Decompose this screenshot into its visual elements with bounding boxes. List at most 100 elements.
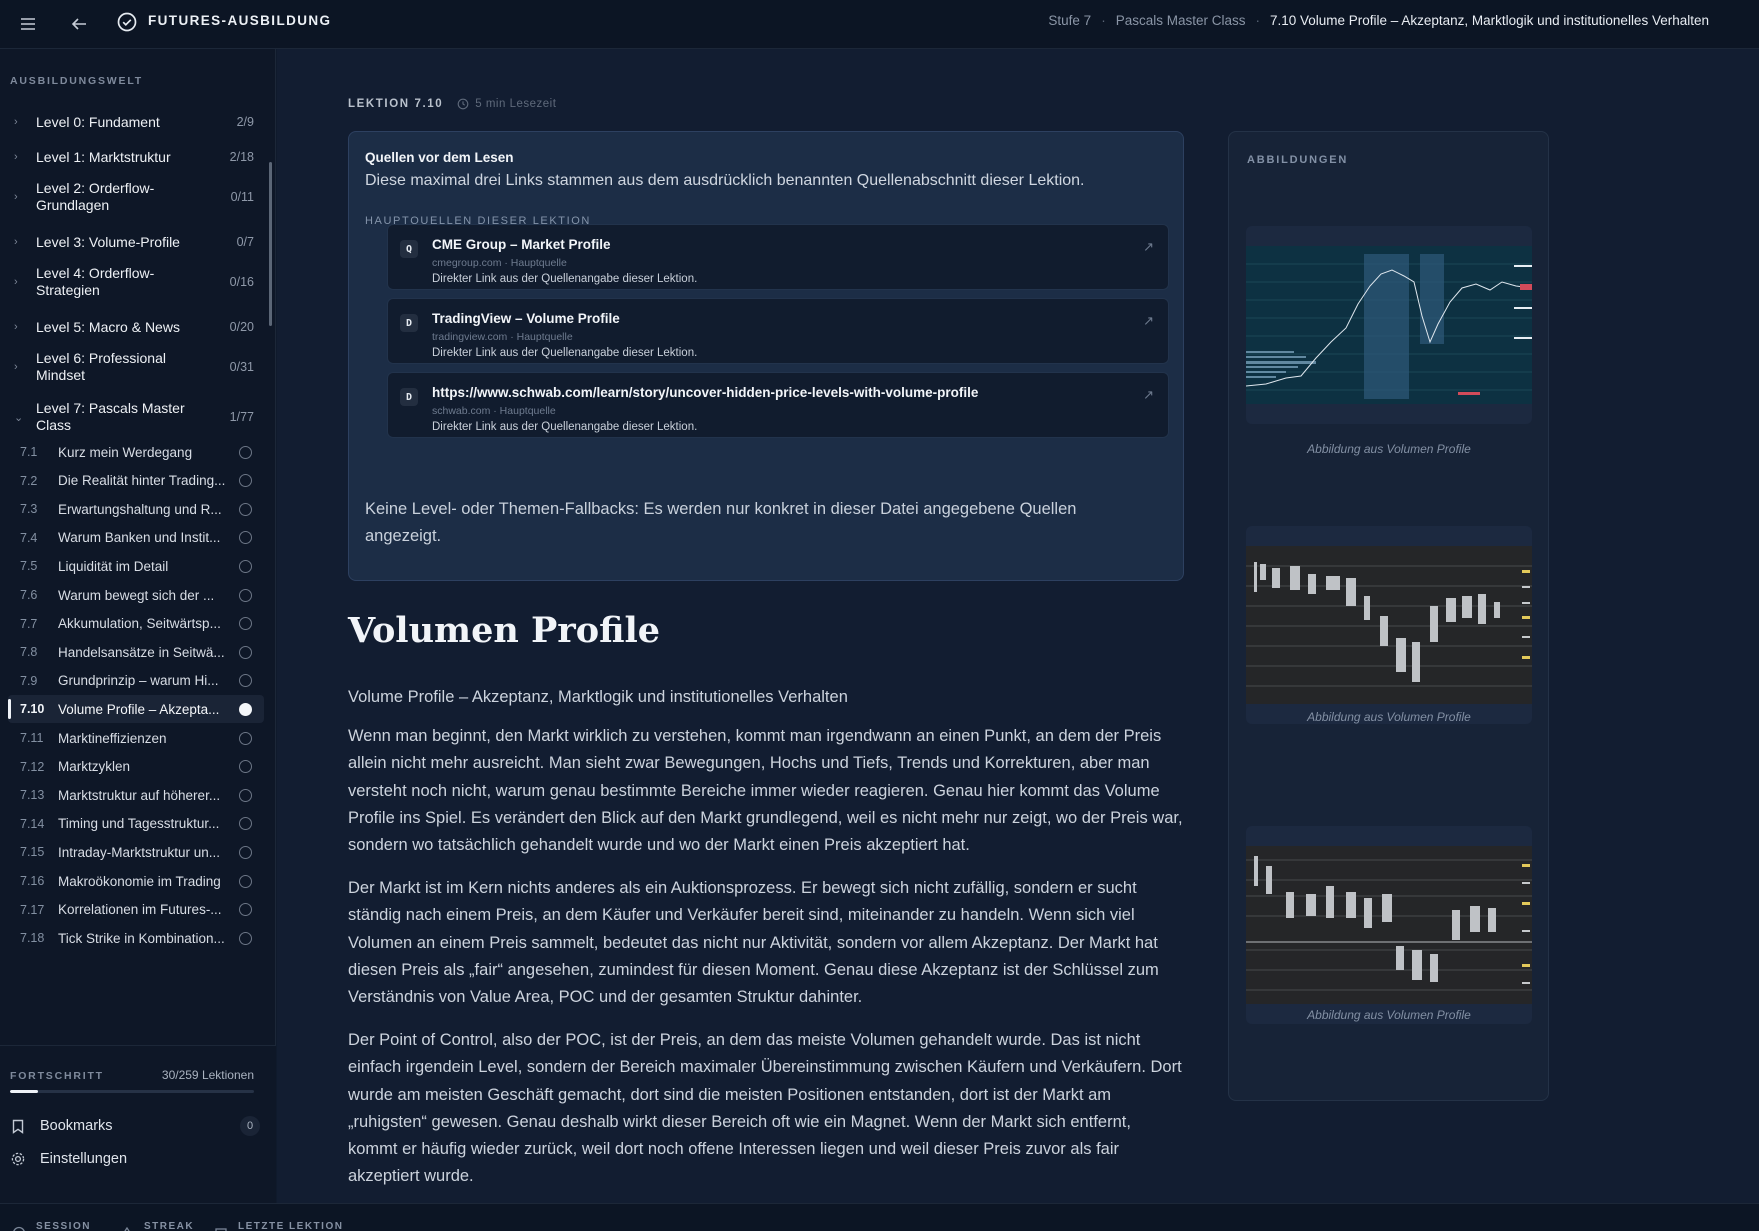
lesson-number: 7.4 [20, 530, 38, 545]
completion-circle-icon[interactable] [239, 731, 252, 745]
sidebar-level-1[interactable]: › Level 1: Marktstruktur 2/18 [0, 142, 262, 172]
bookmarks-link[interactable]: Bookmarks 0 [10, 1114, 260, 1138]
sidebar-level-label: Level 7: Pascals Master Class [36, 400, 185, 433]
sidebar-level-count: 0/7 [236, 235, 254, 249]
check-circle-icon [116, 11, 138, 33]
sidebar-lesson-7-16[interactable]: 7.16 Makroökonomie im Trading [8, 867, 264, 895]
sidebar-lesson-7-9[interactable]: 7.9 Grundprinzip – warum Hi... [8, 667, 264, 695]
sidebar-lesson-7-13[interactable]: 7.13 Marktstruktur auf höherer... [8, 781, 264, 809]
sidebar-level-7[interactable]: ⌄ Level 7: Pascals Master Class 1/77 [0, 397, 262, 437]
lesson-number: 7.6 [20, 588, 38, 602]
completion-circle-icon[interactable] [239, 788, 252, 802]
sidebar-lesson-7-14[interactable]: 7.14 Timing und Tagesstruktur... [8, 810, 264, 838]
sidebar-lesson-7-5[interactable]: 7.5 Liquidität im Detail [8, 552, 264, 580]
source-name[interactable]: https://www.schwab.com/learn/story/uncov… [432, 385, 978, 400]
sidebar-header: AUSBILDUNGSWELT [10, 75, 143, 87]
sidebar-lesson-7-18[interactable]: 7.18 Tick Strike in Kombination... [8, 924, 264, 952]
lesson-title: Warum bewegt sich der ... [58, 587, 215, 603]
completion-circle-icon[interactable] [239, 559, 252, 573]
source-card-2[interactable]: Dhttps://www.schwab.com/learn/story/unco… [387, 372, 1169, 438]
completion-circle-icon[interactable] [239, 702, 252, 716]
sidebar-lesson-7-3[interactable]: 7.3 Erwartungshaltung und R... [8, 495, 264, 523]
sidebar-level-0[interactable]: › Level 0: Fundament 2/9 [0, 107, 262, 137]
sidebar-lesson-7-1[interactable]: 7.1 Kurz mein Werdegang [8, 438, 264, 466]
clock-icon [457, 98, 469, 110]
settings-link[interactable]: Einstellungen [10, 1147, 260, 1171]
figures-panel: ABBILDUNGEN Abbildung aus Volumen Profil… [1228, 131, 1549, 1101]
completion-circle-icon[interactable] [239, 874, 252, 888]
source-domain: cmegroup.com · Hauptquelle [432, 257, 567, 269]
sidebar-lesson-7-4[interactable]: 7.4 Warum Banken und Instit... [8, 524, 264, 552]
sidebar-lesson-7-2[interactable]: 7.2 Die Realität hinter Trading... [8, 467, 264, 495]
gear-icon [10, 1151, 26, 1167]
external-link-icon[interactable]: ↗ [1143, 313, 1154, 329]
back-arrow-icon[interactable] [68, 13, 90, 35]
bookmarks-count-badge: 0 [240, 1116, 260, 1136]
sidebar-level-count: 1/77 [229, 410, 254, 424]
sidebar-level-6[interactable]: › Level 6: Professional Mindset 0/31 [0, 347, 262, 387]
source-name[interactable]: TradingView – Volume Profile [432, 311, 620, 326]
completion-circle-icon[interactable] [239, 931, 252, 945]
source-name[interactable]: CME Group – Market Profile [432, 237, 611, 252]
lesson-title: Die Realität hinter Trading... [58, 473, 226, 489]
progress-bar-fill [10, 1090, 39, 1093]
source-card-0[interactable]: Q CME Group – Market Profile cmegroup.com … [387, 224, 1169, 290]
sources-subtitle: Diese maximal drei Links stammen aus dem… [365, 172, 1085, 189]
sidebar-level-3[interactable]: › Level 3: Volume-Profile 0/7 [0, 227, 262, 257]
sidebar-level-label: Level 6: Professional Mindset [36, 350, 166, 383]
sidebar-lesson-7-6[interactable]: 7.6 Warum bewegt sich der ... [8, 581, 264, 609]
sidebar-scrollbar[interactable] [269, 162, 272, 326]
lesson-number: 7.16 [20, 874, 45, 888]
chevron-icon: › [14, 191, 18, 203]
sidebar-lesson-7-7[interactable]: 7.7 Akkumulation, Seitwärtsp... [8, 610, 264, 638]
status-session: SESSION [12, 1212, 91, 1231]
completion-circle-icon[interactable] [239, 502, 252, 516]
progress-count: 30/259 Lektionen [161, 1068, 254, 1082]
sidebar-lesson-7-12[interactable]: 7.12 Marktzyklen [8, 753, 264, 781]
completion-circle-icon[interactable] [239, 588, 252, 602]
sources-title: Quellen vor dem Lesen [365, 150, 514, 165]
external-link-icon[interactable]: ↗ [1143, 239, 1154, 255]
breadcrumb-stage[interactable]: Stufe 7 [1048, 13, 1091, 28]
progress-label: FORTSCHRITT [10, 1070, 104, 1082]
completion-circle-icon[interactable] [239, 531, 252, 545]
status-streak: STREAK [120, 1212, 194, 1231]
lesson-title: Marktstruktur auf höherer... [58, 787, 221, 803]
flame-icon [120, 1226, 134, 1231]
sidebar-lesson-7-10[interactable]: 7.10 Volume Profile – Akzepta... [8, 695, 264, 724]
sidebar-lesson-7-15[interactable]: 7.15 Intraday-Marktstruktur un... [8, 838, 264, 866]
completion-circle-icon[interactable] [239, 817, 252, 831]
completion-circle-icon[interactable] [239, 445, 252, 459]
bookmarks-label: Bookmarks [40, 1118, 113, 1134]
sidebar-level-label: Level 0: Fundament [36, 113, 160, 130]
completion-circle-icon[interactable] [239, 845, 252, 859]
sidebar-level-4[interactable]: › Level 4: Orderflow-Strategien 0/16 [0, 262, 262, 302]
figure-thumbnail[interactable] [1246, 526, 1532, 724]
breadcrumb-course[interactable]: Pascals Master Class [1116, 13, 1246, 28]
figures-title: ABBILDUNGEN [1247, 154, 1349, 166]
sidebar-lesson-7-8[interactable]: 7.8 Handelsansätze in Seitwä... [8, 638, 264, 666]
completion-circle-icon[interactable] [239, 645, 252, 659]
completion-circle-icon[interactable] [239, 903, 252, 917]
completion-circle-icon[interactable] [239, 474, 252, 488]
source-letter-icon: D [400, 314, 418, 332]
figure-thumbnail[interactable] [1246, 226, 1532, 424]
sidebar-level-5[interactable]: › Level 5: Macro & News 0/20 [0, 312, 262, 342]
figure-thumbnail[interactable] [1246, 826, 1532, 1024]
sidebar-lesson-7-17[interactable]: 7.17 Korrelationen im Futures-... [8, 896, 264, 924]
source-description: Direkter Link aus der Quellenangabe dies… [432, 347, 698, 359]
source-card-1[interactable]: D TradingView – Volume Profile tradingview… [387, 298, 1169, 364]
sidebar-level-count: 0/11 [230, 190, 254, 204]
brand-title[interactable]: FUTURES-AUSBILDUNG [148, 13, 331, 28]
article-paragraph: Der Markt ist im Kern nichts anderes als… [348, 879, 1159, 1007]
completion-circle-icon[interactable] [239, 760, 252, 774]
progress-bar [10, 1090, 254, 1093]
completion-circle-icon[interactable] [239, 617, 252, 631]
completion-circle-icon[interactable] [239, 674, 252, 688]
lesson-title: Erwartungshaltung und R... [58, 501, 222, 517]
external-link-icon[interactable]: ↗ [1143, 387, 1154, 403]
sidebar-lesson-7-11[interactable]: 7.11 Marktineffizienzen [8, 724, 264, 752]
hamburger-menu-icon[interactable] [17, 13, 39, 35]
sidebar-level-2[interactable]: › Level 2: Orderflow-Grundlagen 0/11 [0, 177, 262, 217]
lesson-title: Handelsansätze in Seitwä... [58, 644, 225, 660]
